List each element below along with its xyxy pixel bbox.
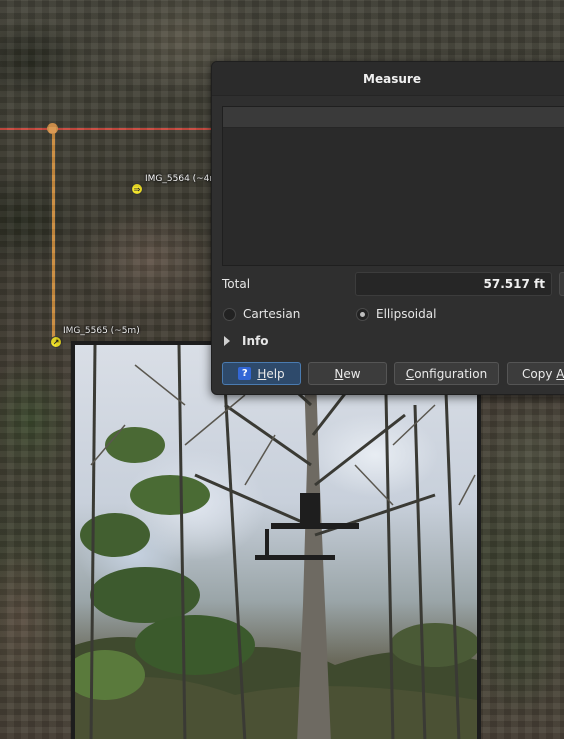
forest-photo bbox=[75, 345, 477, 739]
help-button[interactable]: ? Help bbox=[222, 362, 301, 385]
copy-all-label-pre: Copy bbox=[522, 366, 557, 381]
copy-all-mnemonic: A bbox=[556, 366, 564, 381]
copy-all-button[interactable]: Copy Al bbox=[507, 362, 564, 385]
measure-vertex[interactable] bbox=[47, 123, 58, 134]
new-label-rest: ew bbox=[343, 366, 361, 381]
radio-cartesian[interactable]: Cartesian bbox=[223, 307, 300, 321]
total-value-field[interactable]: 57.517 ft bbox=[355, 272, 552, 296]
configuration-label-rest: onfiguration bbox=[414, 366, 488, 381]
configuration-mnemonic: C bbox=[405, 366, 415, 381]
radio-button[interactable] bbox=[223, 307, 236, 321]
radio-ellipsoidal[interactable]: Ellipsoidal bbox=[356, 307, 436, 321]
unit-combobox[interactable] bbox=[559, 272, 564, 296]
gps-track-line bbox=[52, 130, 55, 342]
radio-button[interactable] bbox=[356, 307, 369, 321]
photo-marker-label: IMG_5565 (~5m) bbox=[63, 326, 140, 336]
help-label-rest: elp bbox=[266, 366, 285, 381]
total-label: Total bbox=[222, 277, 251, 291]
radio-ellipsoidal-label: Ellipsoidal bbox=[376, 307, 437, 321]
measure-line bbox=[0, 128, 215, 130]
info-label: Info bbox=[242, 334, 269, 348]
measure-dialog: Measure Total 57.517 ft Cartesian Ellips… bbox=[211, 61, 564, 395]
new-mnemonic: N bbox=[334, 366, 344, 381]
configuration-button[interactable]: Configuration bbox=[394, 362, 499, 385]
help-icon: ? bbox=[238, 367, 252, 380]
help-mnemonic: H bbox=[257, 366, 267, 381]
photo-preview bbox=[71, 341, 481, 739]
segments-table-header[interactable] bbox=[223, 107, 564, 128]
new-button[interactable]: New bbox=[308, 362, 387, 385]
camera-direction-icon[interactable]: ⇒ bbox=[131, 183, 143, 195]
segments-table[interactable] bbox=[222, 106, 564, 266]
expand-arrow-icon bbox=[224, 336, 230, 346]
camera-direction-icon[interactable]: ↗ bbox=[50, 336, 62, 348]
dialog-title: Measure bbox=[363, 71, 421, 86]
info-expander[interactable]: Info bbox=[224, 334, 268, 348]
dialog-titlebar[interactable]: Measure bbox=[212, 62, 564, 96]
radio-cartesian-label: Cartesian bbox=[243, 307, 301, 321]
